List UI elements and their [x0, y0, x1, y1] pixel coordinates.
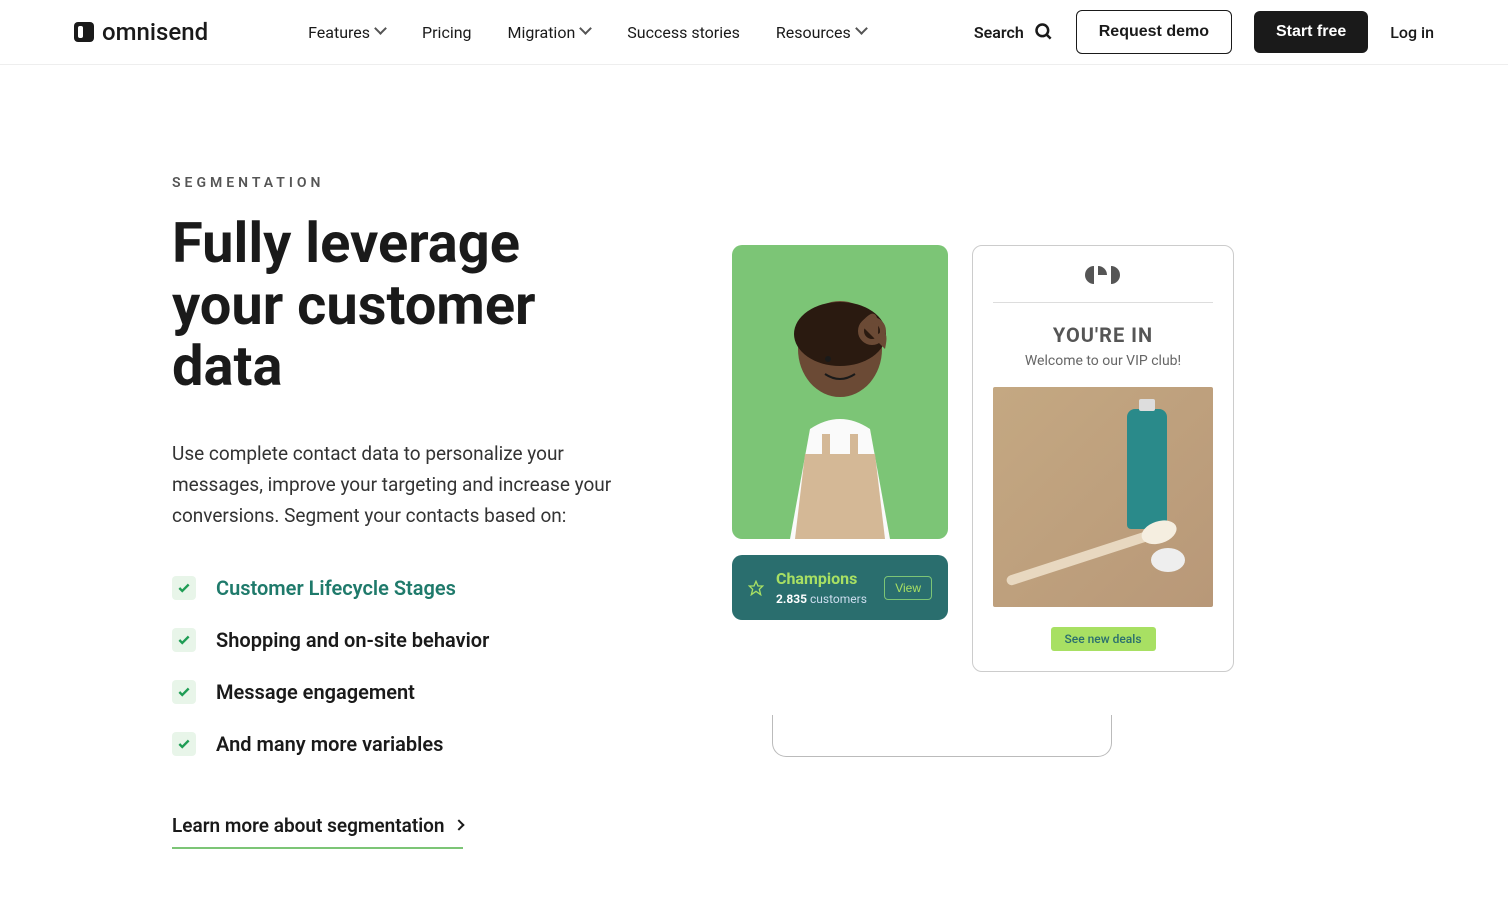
- hero-section: SEGMENTATION Fully leverage your custome…: [0, 65, 1508, 909]
- brand-name: omnisend: [102, 18, 208, 46]
- nav-stories[interactable]: Success stories: [627, 23, 740, 42]
- divider: [993, 302, 1213, 303]
- eyebrow: SEGMENTATION: [172, 175, 612, 191]
- view-button[interactable]: View: [884, 576, 932, 600]
- header-actions: Search Request demo Start free Log in: [974, 10, 1434, 54]
- list-item: Customer Lifecycle Stages: [172, 576, 612, 600]
- see-deals-button[interactable]: See new deals: [1051, 627, 1156, 651]
- chevron-right-icon: [453, 820, 464, 831]
- hero-content: SEGMENTATION Fully leverage your custome…: [172, 175, 612, 849]
- chevron-down-icon: [581, 27, 591, 37]
- email-brand-icon: [993, 266, 1213, 288]
- chevron-down-icon: [857, 27, 867, 37]
- logo[interactable]: omnisend: [74, 18, 208, 46]
- star-icon: [748, 580, 764, 596]
- segment-count: 2.835 customers: [776, 592, 884, 606]
- hero-illustration: Champions 2.835 customers View YOU'RE IN…: [672, 175, 1434, 849]
- check-icon: [172, 576, 196, 600]
- request-demo-button[interactable]: Request demo: [1076, 10, 1232, 54]
- list-item: And many more variables: [172, 732, 612, 756]
- page-title: Fully leverage your customer data: [172, 213, 612, 398]
- segment-title: Champions: [776, 569, 884, 588]
- connector-line: [772, 715, 1112, 757]
- person-illustration: [750, 279, 930, 539]
- check-icon: [172, 732, 196, 756]
- email-subtitle: Welcome to our VIP club!: [993, 353, 1213, 369]
- site-header: omnisend Features Pricing Migration Succ…: [0, 0, 1508, 65]
- chevron-down-icon: [376, 27, 386, 37]
- learn-more-link[interactable]: Learn more about segmentation: [172, 814, 463, 849]
- search-icon: [1034, 22, 1054, 42]
- segment-card: Champions 2.835 customers View: [732, 555, 948, 620]
- list-item: Shopping and on-site behavior: [172, 628, 612, 652]
- main-nav: Features Pricing Migration Success stori…: [308, 23, 867, 42]
- start-free-button[interactable]: Start free: [1254, 11, 1368, 53]
- email-preview-card: YOU'RE IN Welcome to our VIP club! See n…: [972, 245, 1234, 672]
- nav-resources[interactable]: Resources: [776, 23, 867, 42]
- search-button[interactable]: Search: [974, 22, 1054, 42]
- email-product-image: [993, 387, 1213, 607]
- customer-photo: [732, 245, 948, 539]
- nav-migration[interactable]: Migration: [508, 23, 592, 42]
- segment-info: Champions 2.835 customers: [776, 569, 884, 606]
- nav-features[interactable]: Features: [308, 23, 386, 42]
- list-item: Message engagement: [172, 680, 612, 704]
- nav-pricing[interactable]: Pricing: [422, 23, 472, 42]
- check-icon: [172, 680, 196, 704]
- check-icon: [172, 628, 196, 652]
- email-title: YOU'RE IN: [993, 323, 1213, 347]
- hero-description: Use complete contact data to personalize…: [172, 438, 612, 532]
- feature-list: Customer Lifecycle Stages Shopping and o…: [172, 576, 612, 756]
- login-link[interactable]: Log in: [1390, 23, 1434, 42]
- customer-card: Champions 2.835 customers View: [732, 245, 948, 539]
- logo-icon: [74, 22, 94, 42]
